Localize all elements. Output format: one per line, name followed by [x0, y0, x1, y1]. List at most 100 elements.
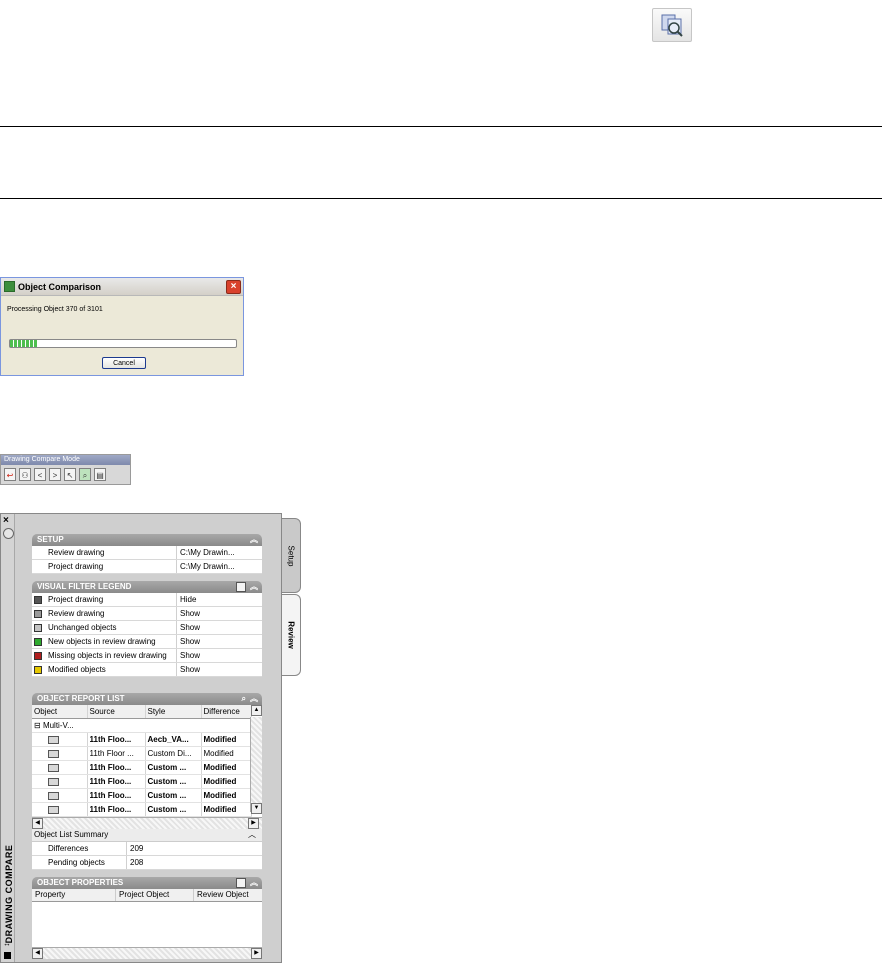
setup-header[interactable]: SETUP ︽ [32, 534, 262, 546]
scroll-down-icon[interactable]: ▼ [251, 803, 262, 814]
legend-header[interactable]: VISUAL FILTER LEGEND ︽ [32, 581, 262, 593]
table-row[interactable]: 11th Floo... Custom ... Modified [32, 774, 252, 789]
scroll-up-icon[interactable]: ▲ [251, 705, 262, 716]
properties-header-label: OBJECT PROPERTIES [37, 878, 124, 887]
exit-compare-button[interactable]: ↩ [4, 468, 16, 481]
palette-title-strip[interactable]: × DRAWING COMPARE ↔ [1, 514, 15, 962]
legend-row[interactable]: New objects in review drawing Show [32, 635, 262, 649]
vertical-scrollbar[interactable]: ▲ ▼ [250, 705, 262, 814]
setup-row-value[interactable]: C:\My Drawin... [177, 546, 262, 559]
table-row[interactable]: 11th Floo... Custom ... Modified [32, 802, 252, 817]
legend-row[interactable]: Review drawing Show [32, 607, 262, 621]
properties-header[interactable]: OBJECT PROPERTIES ︽ [32, 877, 262, 889]
difference-cell: Modified [201, 774, 252, 789]
legend-row[interactable]: Modified objects Show [32, 663, 262, 677]
scroll-left-icon[interactable]: ◀ [32, 948, 43, 959]
multi-view-block-icon [48, 749, 59, 758]
table-row[interactable]: 11th Floo... Custom ... Modified [32, 788, 252, 803]
collapse-icon[interactable]: ︽ [250, 693, 258, 705]
divider-line [0, 126, 882, 127]
exit-compare-icon: ↩ [6, 471, 14, 480]
difference-cell: Modified [201, 746, 252, 761]
dialog-title-bar[interactable]: Object Comparison [1, 278, 243, 296]
column-header[interactable]: Source [87, 705, 146, 719]
source-cell: 11th Floor ... [87, 746, 146, 761]
tab-review[interactable]: Review [282, 594, 301, 676]
zoom-button[interactable]: ⌕ [79, 468, 91, 481]
style-cell: Custom ... [145, 774, 202, 789]
column-header[interactable]: Style [145, 705, 202, 719]
column-header[interactable]: Object [32, 705, 88, 719]
table-row[interactable]: 11th Floor ... Custom Di... Modified [32, 746, 252, 761]
collapse-icon[interactable]: ︽ [250, 534, 258, 546]
legend-value[interactable]: Show [177, 663, 262, 676]
multi-view-block-icon [48, 763, 59, 772]
setup-row-value[interactable]: C:\My Drawin... [177, 560, 262, 573]
drawing-compare-palette: × DRAWING COMPARE ↔ Setup Review SETUP ︽… [0, 513, 301, 963]
tab-setup[interactable]: Setup [282, 518, 301, 593]
group-row[interactable]: ⊟ Multi-V... [32, 718, 252, 733]
legend-value[interactable]: Show [177, 607, 262, 620]
progress-bar [9, 339, 237, 348]
summary-row: Differences 209 [32, 842, 262, 856]
auto-hide-icon[interactable]: ↔ [3, 939, 11, 948]
report-header[interactable]: OBJECT REPORT LIST ⌕ ︽ [32, 693, 262, 705]
column-header[interactable]: Review Object [194, 889, 262, 901]
report-button[interactable]: ▤ [94, 468, 106, 481]
report-icon: ▤ [96, 471, 104, 480]
table-row[interactable]: 11th Floo... Custom ... Modified [32, 760, 252, 775]
properties-view-icon[interactable] [236, 878, 246, 888]
palette-title: DRAWING COMPARE [4, 844, 14, 944]
multi-view-block-icon [48, 735, 59, 744]
next-button[interactable]: > [49, 468, 61, 481]
close-icon[interactable]: × [226, 280, 241, 294]
difference-cell: Modified [201, 760, 252, 775]
scroll-left-icon[interactable]: ◀ [32, 818, 43, 829]
collapse-icon[interactable]: ︽ [250, 581, 258, 593]
column-header[interactable]: Project Object [116, 889, 194, 901]
scroll-right-icon[interactable]: ▶ [251, 948, 262, 959]
setup-row[interactable]: Review drawing C:\My Drawin... [32, 546, 262, 560]
legend-value[interactable]: Hide [177, 593, 262, 606]
properties-icon[interactable] [3, 528, 14, 539]
close-icon[interactable]: × [3, 516, 9, 526]
edit-legend-icon[interactable] [236, 582, 246, 592]
column-header[interactable]: Property [32, 889, 116, 901]
zoom-icon: ⌕ [82, 471, 88, 480]
summary-header[interactable]: Object List Summary ︿ [32, 829, 262, 842]
cancel-button[interactable]: Cancel [102, 357, 146, 369]
summary-label: Differences [32, 842, 127, 855]
legend-row[interactable]: Unchanged objects Show [32, 621, 262, 635]
source-cell: 11th Floo... [87, 760, 146, 775]
progress-fill [10, 340, 38, 347]
object-report-table: Object Source Style Difference ⊟ Multi-V… [32, 705, 252, 817]
group-label: Multi-V... [42, 721, 74, 730]
setup-row[interactable]: Project drawing C:\My Drawin... [32, 560, 262, 574]
column-header[interactable]: Difference [201, 705, 252, 719]
collapse-tree-icon[interactable]: ⊟ [34, 721, 41, 730]
legend-label: New objects in review drawing [32, 635, 177, 648]
palette-menu-icon[interactable] [4, 952, 11, 959]
collapse-icon[interactable]: ︽ [250, 877, 258, 889]
legend-value[interactable]: Show [177, 621, 262, 634]
dialog-title: Object Comparison [18, 281, 102, 292]
legend-value[interactable]: Show [177, 649, 262, 662]
legend-row[interactable]: Missing objects in review drawing Show [32, 649, 262, 663]
table-row[interactable]: 11th Floo... Aecb_VA... Modified [32, 732, 252, 747]
horizontal-scrollbar[interactable]: ◀ ▶ [32, 947, 262, 959]
users-button[interactable]: ⚇ [19, 468, 31, 481]
collapse-icon[interactable]: ︿ [248, 829, 256, 841]
legend-row[interactable]: Project drawing Hide [32, 593, 262, 607]
legend-swatch [34, 638, 42, 646]
legend-value[interactable]: Show [177, 635, 262, 648]
previous-button[interactable]: < [34, 468, 46, 481]
pointer-button[interactable]: ↖ [64, 468, 76, 481]
summary-value: 209 [130, 844, 144, 853]
zoom-icon[interactable]: ⌕ [242, 693, 246, 705]
drawing-compare-icon-button[interactable] [652, 8, 692, 42]
difference-cell: Modified [201, 788, 252, 803]
style-cell: Custom ... [145, 760, 202, 775]
scroll-right-icon[interactable]: ▶ [248, 818, 259, 829]
horizontal-scrollbar[interactable]: ◀ ▶ [32, 817, 262, 829]
legend-label: Project drawing [32, 593, 177, 606]
